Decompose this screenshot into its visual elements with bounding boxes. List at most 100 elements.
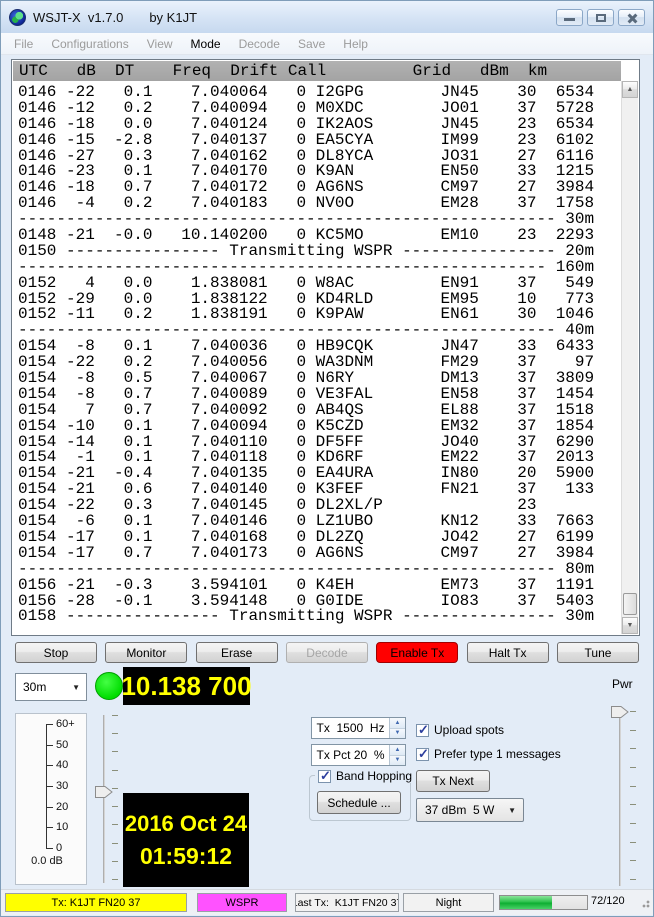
slider-tick: [630, 786, 636, 787]
band-hopping-checkbox[interactable]: Band Hopping: [315, 769, 415, 783]
clock-time: 01:59:12: [140, 843, 232, 870]
slider-tick: [630, 879, 636, 880]
maximize-button[interactable]: [587, 9, 614, 26]
app-version: v1.7.0: [88, 10, 123, 25]
tx-freq-spinner[interactable]: Tx 1500 Hz ▲▼: [311, 717, 406, 739]
menu-item-save: Save: [289, 34, 334, 54]
decode-button: Decode: [286, 642, 368, 663]
clock-display: 2016 Oct 24 01:59:12: [123, 793, 249, 887]
slider-tick: [112, 843, 118, 844]
decode-table-header: UTC dB DT Freq Drift Call Grid dBm km: [13, 61, 621, 81]
meter-readout: 0.0 dB: [16, 855, 78, 867]
slider-tick: [112, 788, 118, 789]
meter-tick: [46, 848, 53, 849]
tx-pct-value: Tx Pct 20 %: [312, 745, 389, 765]
tx-progress-bar: [499, 895, 588, 910]
meter-tick: [46, 745, 53, 746]
meter-tick: [46, 724, 53, 725]
slider-tick: [630, 730, 636, 731]
minimize-button[interactable]: [556, 9, 583, 26]
band-select-value: 30m: [23, 680, 46, 694]
app-byline: by K1JT: [149, 10, 197, 25]
monitor-button[interactable]: Monitor: [105, 642, 187, 663]
slider-groove: [103, 715, 105, 883]
resize-grip[interactable]: [640, 898, 650, 908]
spinner-buttons[interactable]: ▲▼: [389, 718, 405, 738]
slider-thumb[interactable]: [95, 786, 113, 798]
meter-scale-label: 50: [56, 739, 68, 751]
scrollbar-thumb[interactable]: [623, 593, 637, 615]
pwr-label: Pwr: [612, 677, 633, 691]
band-select[interactable]: 30m ▼: [15, 673, 87, 701]
tx-pct-spinner[interactable]: Tx Pct 20 % ▲▼: [311, 744, 406, 766]
transmit-line: 0158 ---------------- Transmitting WSPR …: [18, 609, 621, 625]
menu-item-mode[interactable]: Mode: [182, 34, 230, 54]
slider-thumb[interactable]: [611, 706, 629, 718]
schedule-button[interactable]: Schedule ...: [317, 791, 401, 814]
close-button[interactable]: [618, 9, 645, 26]
status-bar: Tx: K1JT FN20 37 WSPR Last Tx: K1JT FN20…: [1, 889, 653, 915]
spin-down-icon[interactable]: ▼: [390, 756, 405, 766]
vertical-scrollbar[interactable]: ▲ ▼: [621, 81, 638, 634]
scroll-down-button[interactable]: ▼: [622, 617, 638, 634]
prefer-type1-checkbox[interactable]: Prefer type 1 messages: [416, 747, 561, 761]
slider-tick: [112, 824, 118, 825]
checkmark-icon: [318, 770, 331, 783]
slider-tick: [630, 823, 636, 824]
spin-down-icon[interactable]: ▼: [390, 729, 405, 739]
rx-gain-slider[interactable]: [95, 713, 121, 885]
menu-item-configurations: Configurations: [42, 34, 137, 54]
meter-tick: [46, 807, 53, 808]
meter-scale-label: 10: [56, 821, 68, 833]
spinner-buttons[interactable]: ▲▼: [389, 745, 405, 765]
tx-progress-fill: [500, 896, 552, 909]
rx-level-meter: 0.0 dB 60+50403020100: [15, 713, 87, 885]
app-name: WSJT-X: [33, 10, 81, 25]
clock-date: 2016 Oct 24: [125, 811, 247, 837]
tx-progress-text: 72/120: [591, 895, 625, 907]
menu-item-decode: Decode: [230, 34, 289, 54]
toolbar: Stop Monitor Erase Decode Enable Tx Halt…: [15, 642, 639, 663]
stop-button[interactable]: Stop: [15, 642, 97, 663]
meter-tick: [46, 765, 53, 766]
frequency-display: 10.138 700: [123, 667, 250, 705]
menu-item-file: File: [5, 34, 42, 54]
spin-up-icon[interactable]: ▲: [390, 718, 405, 729]
tune-button[interactable]: Tune: [557, 642, 639, 663]
menu-bar: FileConfigurationsViewModeDecodeSaveHelp: [1, 33, 653, 55]
mode-badge: WSPR: [197, 893, 287, 912]
meter-scale-label: 30: [56, 780, 68, 792]
decode-text-area[interactable]: 0146 -22 0.1 7.040064 0 I2GPG JN45 30 65…: [13, 81, 621, 634]
wsjtx-window: WSJT-X v1.7.0 by K1JT FileConfigurationsV…: [0, 0, 654, 917]
night-badge: Night: [403, 893, 494, 912]
upload-spots-checkbox[interactable]: Upload spots: [416, 723, 504, 737]
menu-item-view: View: [138, 34, 182, 54]
tx-next-button[interactable]: Tx Next: [416, 770, 490, 792]
close-icon: [619, 10, 644, 25]
erase-button[interactable]: Erase: [196, 642, 278, 663]
minimize-icon: [564, 18, 575, 21]
chevron-down-icon: ▼: [508, 806, 516, 815]
checkmark-icon: [416, 748, 429, 761]
upload-spots-label: Upload spots: [434, 723, 504, 737]
halt-tx-button[interactable]: Halt Tx: [467, 642, 549, 663]
meter-tick: [46, 786, 53, 787]
tx-freq-value: Tx 1500 Hz: [312, 718, 389, 738]
power-select[interactable]: 37 dBm 5 W ▼: [416, 798, 524, 822]
slider-tick: [112, 861, 118, 862]
enable-tx-button[interactable]: Enable Tx: [376, 642, 458, 663]
app-icon: [9, 9, 26, 26]
slider-tick: [630, 767, 636, 768]
maximize-icon: [596, 14, 606, 22]
title-bar[interactable]: WSJT-X v1.7.0 by K1JT: [1, 1, 653, 33]
scroll-up-button[interactable]: ▲: [622, 81, 638, 98]
meter-scale-label: 0: [56, 842, 62, 854]
spin-up-icon[interactable]: ▲: [390, 745, 405, 756]
band-hopping-label: Band Hopping: [336, 769, 412, 783]
band-activity-panel: UTC dB DT Freq Drift Call Grid dBm km 01…: [11, 59, 640, 636]
slider-tick: [630, 842, 636, 843]
power-select-value: 37 dBm 5 W: [425, 803, 494, 817]
slider-tick: [112, 715, 118, 716]
pwr-slider[interactable]: [609, 704, 639, 886]
slider-tick: [630, 860, 636, 861]
